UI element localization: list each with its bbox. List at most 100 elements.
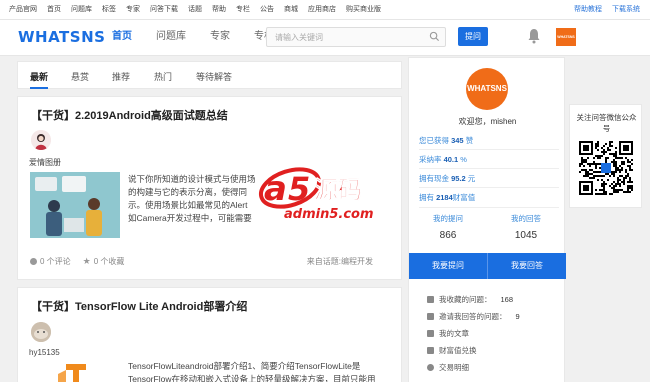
stat-value: 95.2 [451,174,466,183]
top-link[interactable]: 问答下载 [145,4,183,16]
search-input[interactable]: 请输入关键词 [266,27,446,47]
top-right-links: 帮助教程 下载系统 [574,4,640,16]
search-placeholder: 请输入关键词 [275,33,323,42]
count-value: 1045 [514,230,538,241]
menu-favorite-questions[interactable]: 我收藏的问题： 168 [427,294,513,305]
tab-latest[interactable]: 最新 [30,70,48,83]
invite-icon [427,313,434,320]
tab-recommended[interactable]: 推荐 [112,70,130,83]
search-icon[interactable] [429,31,440,42]
top-link[interactable]: 产品官网 [4,4,42,16]
tab-bounty[interactable]: 悬赏 [71,70,89,83]
i-want-to-answer-button[interactable]: 我要回答 [487,253,566,279]
top-link[interactable]: 专家 [121,4,145,16]
post-title[interactable]: 【干货】TensorFlow Lite Android部署介绍 [31,298,247,314]
menu-my-articles[interactable]: 我的文章 [427,328,469,339]
divider [419,207,559,208]
favorites-count[interactable]: ★ 0 个收藏 [83,256,125,267]
post-title[interactable]: 【干货】2.2019Android高级面试题总结 [31,107,228,123]
author-avatar[interactable] [31,322,51,342]
menu-count: 9 [515,312,520,321]
excerpt-line: TensorFlow在移动和嵌入式设备上的轻量级解决方案，目前只能用 [128,374,376,382]
profile-avatar[interactable]: WHATSNS [466,68,508,110]
stat-label: 您已获得 [419,136,449,145]
help-link[interactable]: 帮助教程 [574,4,602,16]
stat-unit: 赞 [465,136,474,145]
nav-questions[interactable]: 问题库 [144,20,198,56]
top-link[interactable]: 商城 [279,4,303,16]
watermark-cn: 源码 [314,176,362,204]
user-avatar[interactable]: WHATSNS [556,28,576,46]
top-link[interactable]: 问题库 [66,4,97,16]
stat-acceptance: 采纳率 40.1 % [419,154,467,165]
menu-invited-questions[interactable]: 邀请我回答的问题： 9 [427,311,520,322]
top-link[interactable]: 话题 [183,4,207,16]
menu-wealth-exchange[interactable]: 财富值兑换 [427,345,477,356]
top-utility-bar: 产品官网 首页 问题库 标签 专家 问答下载 话题 帮助 专栏 公告 商城 应用商店 购买商业版 帮助教… [0,0,650,20]
top-link[interactable]: 公告 [255,4,279,16]
download-link[interactable]: 下载系统 [612,4,640,16]
article-icon [427,330,434,337]
qr-code [579,141,633,195]
favorites-label: 0 个收藏 [93,257,125,266]
stat-wealth: 拥有 2184财富值 [419,192,475,203]
exchange-icon [427,347,434,354]
stat-label: 拥有 [419,193,434,202]
admin5-watermark: a 5 源码 admin5.com [258,167,374,222]
ask-question-button[interactable]: 提问 [458,27,488,46]
stat-label: 采纳率 [419,155,442,164]
welcome-text: 欢迎您，mishen [458,117,517,126]
my-questions-count[interactable]: 我的提问 866 [409,213,487,241]
nav-experts[interactable]: 专家 [198,20,242,56]
count-value: 866 [439,230,457,241]
post-topic[interactable]: 来自话题:编程开发 [307,256,373,267]
post-thumbnail[interactable] [30,360,120,382]
star-icon: ★ [82,256,91,266]
menu-label: 邀请我回答的问题： [439,312,507,321]
feed-tabs: 最新 悬赏 推荐 热门 等待解答 [17,61,402,89]
menu-label: 我的文章 [439,329,469,338]
stat-value: 40.1 [443,155,459,164]
i-want-to-ask-button[interactable]: 我要提问 [409,253,487,279]
main-nav: 首页 问题库 专家 专栏 [100,20,286,56]
divider [419,168,559,169]
top-link[interactable]: 帮助 [207,4,231,16]
author-name[interactable]: 爱情图册 [29,157,61,168]
qa-counts: 我的提问 866 我的回答 1045 [409,213,566,251]
top-link[interactable]: 专栏 [231,4,255,16]
sidebar-action-buttons: 我要提问 我要回答 [409,253,566,279]
favorite-icon [427,296,434,303]
active-tab-indicator [30,87,48,89]
top-link[interactable]: 购买商业版 [341,4,386,16]
post-meta: 0 个评论 ★ 0 个收藏 [30,256,124,267]
menu-transactions[interactable]: 交易明细 [427,362,469,373]
top-link[interactable]: 首页 [42,4,66,16]
count-label: 我的提问 [433,214,463,223]
tab-unanswered[interactable]: 等待解答 [196,70,232,83]
nav-home[interactable]: 首页 [100,20,144,56]
my-answers-count[interactable]: 我的回答 1045 [487,213,565,241]
post-excerpt: TensorFlowLiteandroid部署介绍1、简要介绍TensorFlo… [128,360,393,382]
bell-icon[interactable] [527,28,541,44]
author-avatar[interactable] [31,130,51,150]
stat-cash: 拥有现金 95.2 元 [419,173,475,184]
clock-icon [427,364,434,371]
post-thumbnail[interactable] [30,172,120,238]
stat-unit: % [460,155,467,164]
menu-label: 财富值兑换 [439,346,477,355]
comments-count[interactable]: 0 个评论 [30,256,71,267]
top-link[interactable]: 标签 [97,4,121,16]
watermark-a: a [264,169,287,209]
post-card: 【干货】TensorFlow Lite Android部署介绍 hy15135 … [17,287,402,382]
divider [419,149,559,150]
top-link[interactable]: 应用商店 [303,4,341,16]
comments-label: 0 个评论 [40,257,71,266]
top-links: 产品官网 首页 问题库 标签 专家 问答下载 话题 帮助 专栏 公告 商城 应用商店 购买商业版 [4,4,386,16]
count-label: 我的回答 [511,214,541,223]
tab-hot[interactable]: 热门 [154,70,172,83]
author-name[interactable]: hy15135 [29,348,60,357]
wechat-follow-widget: 关注问答微信公众号 [569,104,642,208]
user-sidebar: WHATSNS 欢迎您，mishen 您已获得 345 赞 采纳率 40.1 %… [408,57,566,382]
site-logo[interactable]: WHATSNS [18,28,105,46]
watermark-5: 5 [288,170,310,208]
